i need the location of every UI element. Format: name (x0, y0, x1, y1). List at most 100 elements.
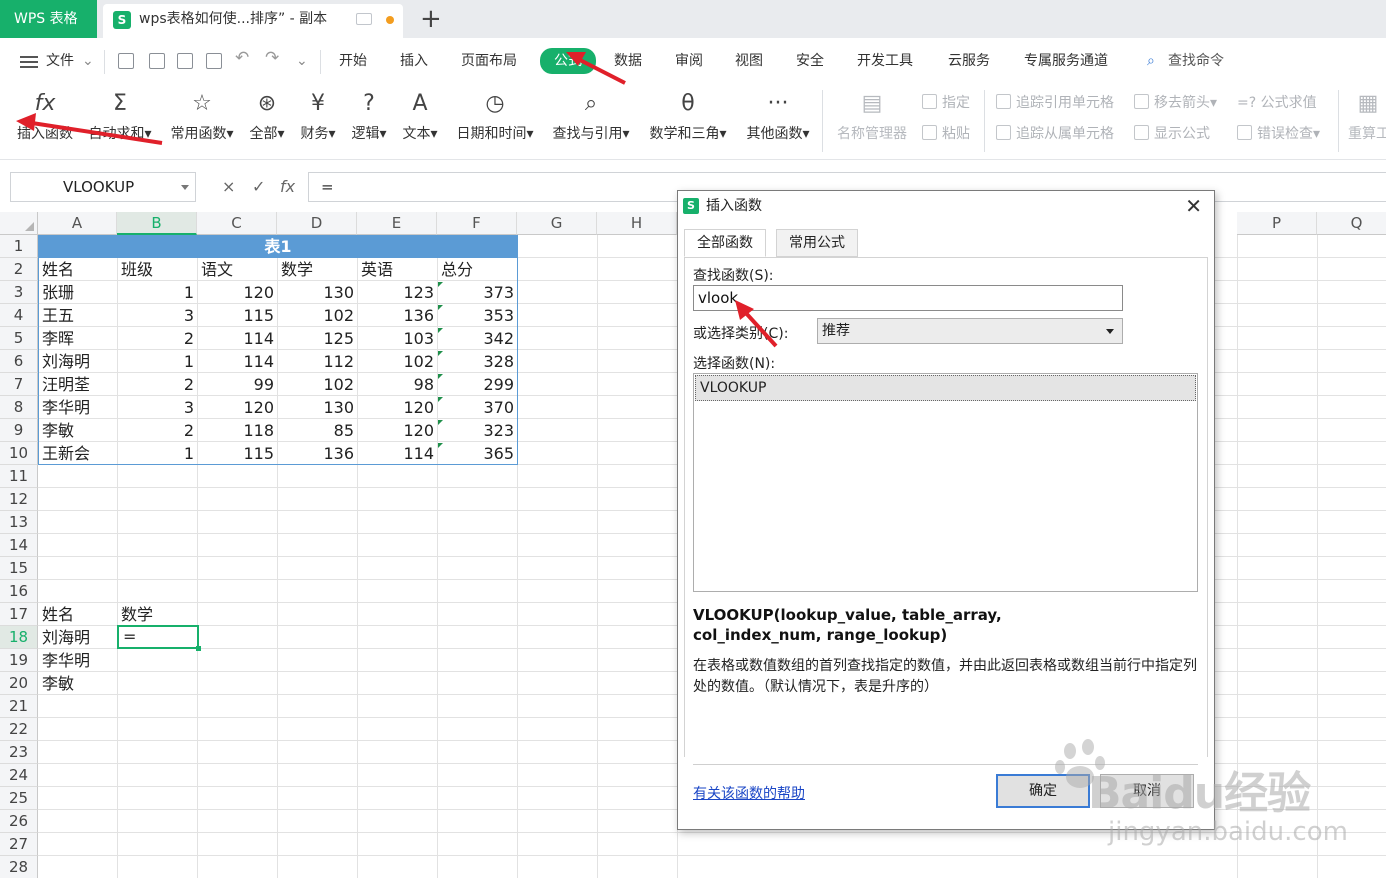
row-header-12[interactable]: 12 (0, 488, 38, 511)
menu-data[interactable]: 数据 (614, 51, 642, 71)
lookup-reference-button[interactable]: ⌕ 查找与引用▾ (548, 90, 634, 152)
trace-precedents-button[interactable]: 追踪引用单元格 (996, 92, 1114, 112)
menu-security[interactable]: 安全 (796, 51, 824, 71)
menu-insert[interactable]: 插入 (400, 51, 428, 71)
cancel-icon[interactable]: × (222, 177, 235, 196)
text-functions-button[interactable]: A 文本▾ (399, 90, 441, 152)
autosum-button[interactable]: Σ 自动求和▾ (84, 90, 156, 152)
function-help-link[interactable]: 有关该函数的帮助 (693, 783, 805, 803)
hamburger-icon[interactable] (20, 56, 38, 68)
date-time-button[interactable]: ◷ 日期和时间▾ (452, 90, 538, 152)
paste-name-button[interactable]: 粘贴 (922, 123, 970, 143)
cancel-button[interactable]: 取消 (1100, 774, 1194, 808)
table-row-cell[interactable]: 85 (277, 419, 357, 442)
table-row-cell[interactable]: 1 (117, 350, 197, 373)
select-all-corner[interactable] (0, 212, 38, 235)
table-row-cell[interactable]: 118 (197, 419, 277, 442)
monitor-icon[interactable] (356, 13, 372, 25)
table-row-cell[interactable]: 李敏 (38, 419, 118, 442)
chevron-down-icon[interactable] (181, 185, 189, 190)
table-row-cell[interactable]: 328 (437, 350, 517, 373)
table-row-cell[interactable]: 99 (197, 373, 277, 396)
table-row-cell[interactable]: 130 (277, 281, 357, 304)
row-header-24[interactable]: 24 (0, 764, 38, 787)
row-header-19[interactable]: 19 (0, 649, 38, 672)
table-row-cell[interactable]: 370 (437, 396, 517, 419)
menu-page-layout[interactable]: 页面布局 (461, 51, 517, 71)
error-check-button[interactable]: 错误检查▾ (1237, 123, 1320, 143)
column-header-q[interactable]: Q (1317, 212, 1386, 235)
menu-formulas[interactable]: 公式 (540, 48, 596, 74)
table-row-cell[interactable]: 342 (437, 327, 517, 350)
lookup-name-cell[interactable]: 李华明 (38, 649, 118, 672)
table-row-cell[interactable]: 120 (357, 396, 437, 419)
menu-developer[interactable]: 开发工具 (857, 51, 913, 71)
row-header-4[interactable]: 4 (0, 304, 38, 327)
table-header-cell[interactable]: 数学 (277, 258, 357, 281)
table-row-cell[interactable]: 刘海明 (38, 350, 118, 373)
customize-dropdown-icon[interactable]: ⌄ (296, 51, 308, 71)
table-row-cell[interactable]: 120 (357, 419, 437, 442)
tab-common-formulas[interactable]: 常用公式 (776, 229, 858, 257)
table-row-cell[interactable]: 353 (437, 304, 517, 327)
common-functions-button[interactable]: ☆ 常用函数▾ (166, 90, 238, 152)
undo-icon[interactable]: ↶ (235, 48, 249, 68)
search-icon[interactable]: ⌕ (1147, 51, 1155, 71)
row-header-27[interactable]: 27 (0, 833, 38, 856)
table-row-cell[interactable]: 102 (277, 304, 357, 327)
menu-review[interactable]: 审阅 (675, 51, 703, 71)
column-header-p[interactable]: P (1237, 212, 1317, 235)
table-row-cell[interactable]: 2 (117, 373, 197, 396)
row-header-9[interactable]: 9 (0, 419, 38, 442)
row-header-5[interactable]: 5 (0, 327, 38, 350)
row-header-23[interactable]: 23 (0, 741, 38, 764)
table-row-cell[interactable]: 115 (197, 304, 277, 327)
column-header-d[interactable]: D (277, 212, 357, 235)
recalculate-button[interactable]: ▦ 重算工 (1348, 90, 1386, 152)
save-icon[interactable] (118, 53, 134, 69)
math-trig-button[interactable]: θ 数学和三角▾ (645, 90, 731, 152)
print-icon[interactable] (177, 53, 193, 69)
table-row-cell[interactable]: 3 (117, 396, 197, 419)
close-icon[interactable]: ✕ (1185, 193, 1202, 219)
file-menu[interactable]: 文件 (46, 51, 74, 71)
row-header-8[interactable]: 8 (0, 396, 38, 419)
tab-all-functions[interactable]: 全部函数 (684, 229, 766, 257)
print-preview-icon[interactable] (206, 53, 222, 69)
confirm-icon[interactable]: ✓ (252, 177, 265, 196)
row-header-13[interactable]: 13 (0, 511, 38, 534)
row-header-3[interactable]: 3 (0, 281, 38, 304)
table-row-cell[interactable]: 123 (357, 281, 437, 304)
trace-dependents-button[interactable]: 追踪从属单元格 (996, 123, 1114, 143)
row-header-7[interactable]: 7 (0, 373, 38, 396)
row-header-14[interactable]: 14 (0, 534, 38, 557)
insert-function-button[interactable]: fx 插入函数 (12, 90, 78, 152)
logical-button[interactable]: ? 逻辑▾ (348, 90, 390, 152)
menu-exclusive-service[interactable]: 专属服务通道 (1024, 51, 1108, 71)
row-header-22[interactable]: 22 (0, 718, 38, 741)
table-row-cell[interactable]: 115 (197, 442, 277, 465)
row-header-6[interactable]: 6 (0, 350, 38, 373)
evaluate-formula-button[interactable]: =? 公式求值 (1237, 92, 1317, 112)
document-tab[interactable]: S wps表格如何使...排序” - 副本 (103, 4, 403, 38)
table-row-cell[interactable]: 2 (117, 419, 197, 442)
table-row-cell[interactable]: 125 (277, 327, 357, 350)
table-row-cell[interactable]: 102 (357, 350, 437, 373)
lookup-name-cell[interactable]: 李敏 (38, 672, 118, 695)
function-list-item[interactable]: VLOOKUP (695, 375, 1196, 401)
command-search[interactable]: 查找命令 (1168, 51, 1224, 71)
column-header-g[interactable]: G (517, 212, 597, 235)
table-row-cell[interactable]: 王新会 (38, 442, 118, 465)
all-functions-button[interactable]: ⊛ 全部▾ (246, 90, 288, 152)
row-header-18[interactable]: 18 (0, 626, 38, 649)
row-header-26[interactable]: 26 (0, 810, 38, 833)
lookup-header-math[interactable]: 数学 (117, 603, 197, 626)
table-row-cell[interactable]: 136 (357, 304, 437, 327)
table-row-cell[interactable]: 136 (277, 442, 357, 465)
table-row-cell[interactable]: 102 (277, 373, 357, 396)
table-header-cell[interactable]: 总分 (437, 258, 517, 281)
row-header-28[interactable]: 28 (0, 856, 38, 878)
column-header-h[interactable]: H (597, 212, 677, 235)
export-pdf-icon[interactable] (149, 53, 165, 69)
category-select[interactable]: 推荐 (817, 318, 1123, 344)
